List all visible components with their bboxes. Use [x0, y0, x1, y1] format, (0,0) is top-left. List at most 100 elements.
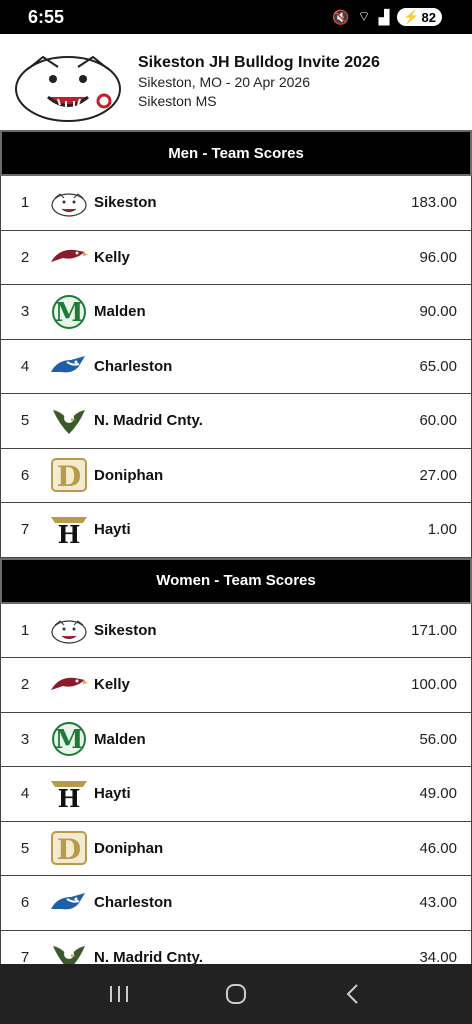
team-name[interactable]: Sikeston — [94, 194, 411, 211]
team-score: 100.00 — [411, 676, 457, 694]
table-row[interactable]: 2 Kelly 100.00 — [0, 658, 472, 713]
rank-label: 1 — [20, 621, 30, 639]
team-name[interactable]: Malden — [94, 303, 419, 320]
meet-location: Sikeston, MO - 20 Apr 2026 — [138, 74, 310, 90]
status-bar: 6:55 🔇 ⌔ ▟ ⚡ 82 — [0, 0, 472, 34]
rank-label: 6 — [20, 466, 30, 484]
back-button[interactable] — [333, 974, 373, 1014]
bulldog-logo-icon — [49, 185, 89, 221]
table-row[interactable]: 4 H Hayti 49.00 — [0, 767, 472, 822]
rank-label: 7 — [20, 521, 30, 539]
team-score: 96.00 — [419, 248, 457, 266]
team-score: 34.00 — [419, 948, 457, 964]
table-row[interactable]: 2 Kelly 96.00 — [0, 230, 472, 285]
eagle-logo-icon — [49, 939, 89, 964]
battery-level: 82 — [421, 9, 436, 25]
team-score: 43.00 — [419, 894, 457, 912]
rank-label: 3 — [20, 303, 30, 321]
team-score: 46.00 — [419, 839, 457, 857]
hawk-logo-icon — [49, 239, 89, 275]
women-section-header: Women - Team Scores — [0, 557, 472, 604]
team-name[interactable]: Hayti — [94, 521, 428, 538]
scores-content[interactable]: Men - Team Scores 1 Sikeston 183.00 2 Kelly 9… — [0, 130, 472, 964]
team-name[interactable]: Doniphan — [94, 467, 419, 484]
bulldog-logo-icon — [8, 39, 128, 125]
team-name[interactable]: Doniphan — [94, 840, 419, 857]
team-score: 65.00 — [419, 357, 457, 375]
team-name[interactable]: Charleston — [94, 894, 419, 911]
svg-text:H: H — [58, 784, 81, 809]
men-score-list: 1 Sikeston 183.00 2 Kelly 96.00 3 M Malden 90.00 4… — [0, 176, 472, 558]
rank-label: 4 — [20, 785, 30, 803]
team-score: 171.00 — [411, 621, 457, 639]
team-score: 27.00 — [419, 466, 457, 484]
system-nav-bar — [0, 964, 472, 1024]
team-name[interactable]: Malden — [94, 731, 419, 748]
recent-apps-button[interactable] — [99, 974, 139, 1014]
rank-label: 1 — [20, 194, 30, 212]
svg-text:M: M — [55, 298, 84, 328]
rank-label: 6 — [20, 894, 30, 912]
women-score-list: 1 Sikeston 171.00 2 Kelly 100.00 3 M Malden 56.00… — [0, 603, 472, 964]
team-name[interactable]: N. Madrid Cnty. — [94, 412, 419, 429]
recent-apps-icon — [109, 986, 128, 1002]
table-row[interactable]: 1 Sikeston 183.00 — [0, 176, 472, 231]
home-icon — [225, 984, 246, 1004]
svg-text:D: D — [57, 460, 81, 492]
table-row[interactable]: 5 D Doniphan 46.00 — [0, 821, 472, 876]
meet-venue: Sikeston MS — [138, 93, 217, 109]
h-logo-icon: H — [49, 776, 89, 812]
m-logo-icon: M — [49, 294, 89, 330]
table-row[interactable]: 7 N. Madrid Cnty. 34.00 — [0, 930, 472, 964]
table-row[interactable]: 6 D Doniphan 27.00 — [0, 448, 472, 503]
home-button[interactable] — [216, 974, 256, 1014]
team-name[interactable]: Kelly — [94, 249, 419, 266]
team-name[interactable]: Charleston — [94, 358, 419, 375]
h-logo-icon: H — [49, 512, 89, 548]
wifi-icon: ⌔ — [357, 8, 371, 24]
team-score: 1.00 — [427, 521, 457, 539]
table-row[interactable]: 4 Charleston 65.00 — [0, 339, 472, 394]
back-icon — [346, 984, 359, 1004]
table-row[interactable]: 3 M Malden 90.00 — [0, 285, 472, 340]
battery-indicator: ⚡ 82 — [397, 8, 442, 26]
meet-title: Sikeston JH Bulldog Invite 2026 — [138, 54, 380, 71]
team-name[interactable]: Hayti — [94, 785, 419, 802]
meet-header: Sikeston JH Bulldog Invite 2026 Sikeston… — [0, 34, 472, 130]
mute-icon: 🔇 — [331, 8, 350, 25]
status-time: 6:55 — [28, 6, 65, 27]
rank-label: 4 — [20, 357, 30, 375]
svg-text:H: H — [58, 520, 81, 545]
hawk-logo-icon — [49, 667, 89, 703]
rank-label: 2 — [20, 676, 30, 694]
team-score: 90.00 — [419, 303, 457, 321]
d-logo-icon: D — [49, 830, 89, 866]
svg-text:M: M — [55, 725, 84, 755]
men-section-header: Men - Team Scores — [0, 130, 472, 176]
m-logo-icon: M — [49, 721, 89, 757]
team-name[interactable]: Kelly — [94, 676, 411, 693]
rank-label: 7 — [20, 948, 30, 964]
d-logo-icon: D — [49, 457, 89, 493]
status-icons: 🔇 ⌔ ▟ ⚡ 82 — [332, 8, 442, 26]
table-row[interactable]: 3 M Malden 56.00 — [0, 712, 472, 767]
rank-label: 5 — [20, 839, 30, 857]
signal-icon: ▟ — [378, 8, 390, 25]
team-score: 56.00 — [419, 730, 457, 748]
meet-info: Sikeston JH Bulldog Invite 2026 Sikeston… — [138, 53, 380, 111]
table-row[interactable]: 1 Sikeston 171.00 — [0, 603, 472, 658]
team-score: 183.00 — [411, 194, 457, 212]
bluejay-logo-icon — [49, 348, 89, 384]
table-row[interactable]: 5 N. Madrid Cnty. 60.00 — [0, 394, 472, 449]
team-score: 49.00 — [419, 785, 457, 803]
team-name[interactable]: Sikeston — [94, 622, 411, 639]
team-name[interactable]: N. Madrid Cnty. — [94, 949, 419, 964]
table-row[interactable]: 7 H Hayti 1.00 — [0, 503, 472, 558]
eagle-logo-icon — [49, 403, 89, 439]
rank-label: 5 — [20, 412, 30, 430]
team-score: 60.00 — [419, 412, 457, 430]
bluejay-logo-icon — [49, 885, 89, 921]
table-row[interactable]: 6 Charleston 43.00 — [0, 876, 472, 931]
rank-label: 3 — [20, 730, 30, 748]
battery-icon: ⚡ — [403, 9, 420, 24]
